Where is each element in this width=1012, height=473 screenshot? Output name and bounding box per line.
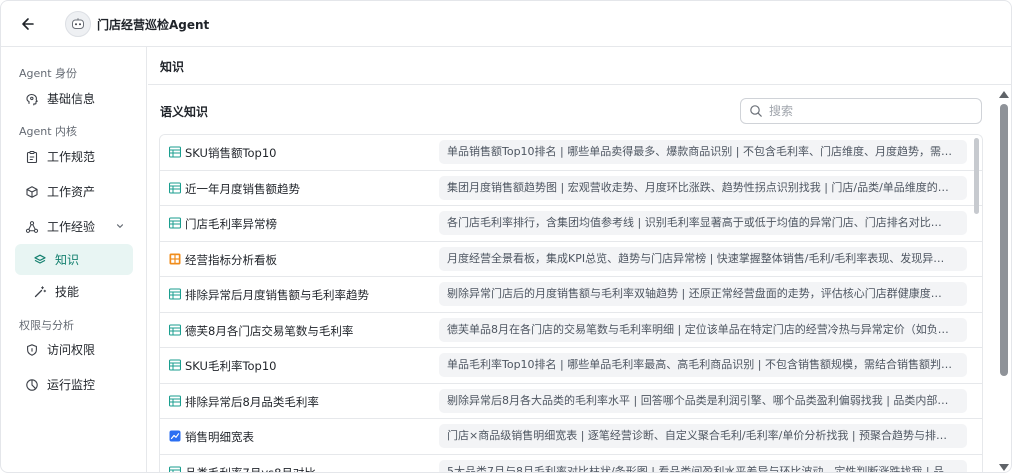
group-label-core: Agent 内核 [19,125,78,138]
knowledge-description: 单品毛利率Top10排名 | 哪些单品毛利率最高、高毛利商品识别 | 不包含销售… [439,353,967,377]
sidebar-item-work-experience[interactable]: 工作经验 [15,211,133,242]
knowledge-name: 近一年月度销售额趋势 [185,181,300,196]
table-icon [168,288,182,300]
knowledge-name: 经营指标分析看板 [185,252,277,267]
sidebar: Agent 身份 基础信息 Agent 内核 工作规范 工作资产 工作经验 知识… [1,47,147,472]
brain-icon [25,92,39,106]
sidebar-item-label: 基础信息 [47,92,96,106]
scroll-down-arrow[interactable] [999,464,1009,471]
table-icon [168,465,182,472]
page-scrollbar-thumb[interactable] [1000,104,1008,376]
table-row[interactable]: SKU毛利率Top10 单品毛利率Top10排名 | 哪些单品毛利率最高、高毛利商… [160,348,982,384]
sidebar-item-monitoring[interactable]: 运行监控 [15,369,133,400]
knowledge-name: SKU销售额Top10 [185,146,277,160]
search-box[interactable] [740,98,982,124]
sidebar-item-label: 工作经验 [47,220,96,234]
table-icon [168,394,182,407]
monitor-icon [25,378,39,392]
clipboard-icon [25,150,39,164]
group-label-identity: Agent 身份 [19,67,78,80]
top-header: 门店经营巡检Agent [1,1,1011,47]
cube-icon [25,185,39,199]
table-row[interactable]: 近一年月度销售额趋势 集团月度销售额趋势图 | 宏观营收走势、月度环比涨跌、趋势性… [160,170,982,206]
sidebar-item-label: 工作资产 [47,185,96,199]
agent-avatar [65,11,91,37]
wand-icon [33,285,47,299]
knowledge-description: 剔除异常门店后的月度销售额与毛利率双轴趋势 | 还原正常经营盘面的走势，评估核心… [439,282,967,306]
app-window: 门店经营巡检Agent Agent 身份 基础信息 Agent 内核 工作规范 … [0,0,1012,473]
knowledge-name: 排除异常后月度销售额与毛利率趋势 [185,288,369,302]
main-header: 知识 [148,47,1011,85]
table-row[interactable]: 门店毛利率异常榜 各门店毛利率排行，含集团均值参考线 | 识别毛利率显著高于或低于… [160,206,982,242]
sidebar-item-label: 工作规范 [47,150,96,164]
knowledge-name: SKU毛利率Top10 [185,359,277,373]
sidebar-item-label: 技能 [55,285,80,299]
sidebar-item-label: 运行监控 [47,378,96,392]
scroll-up-arrow[interactable] [999,91,1009,98]
table-row[interactable]: 排除异常后月度销售额与毛利率趋势 剔除异常门店后的月度销售额与毛利率双轴趋势 | … [160,277,982,313]
knowledge-description: 德芙单品8月在各门店的交易笔数与毛利率明细 | 定位该单品在特定门店的经营冷热与… [439,317,967,342]
knowledge-name: 门店毛利率异常榜 [185,217,277,231]
list-scrollbar-thumb[interactable] [974,138,979,214]
arrow-left-icon [22,18,34,30]
sidebar-item-skills[interactable]: 技能 [15,276,133,307]
knowledge-description: 门店×商品级销售明细宽表 | 逐笔经营诊断、自定义聚合毛利/毛利率/单价分析找我… [439,424,967,448]
robot-avatar-icon [72,18,84,29]
knowledge-name: 品类毛利率7月vs8月对比 [185,465,316,473]
sidebar-item-label: 知识 [55,253,80,267]
table-row[interactable]: 德芙8月各门店交易笔数与毛利率 德芙单品8月在各门店的交易笔数与毛利率明细 | 定… [160,312,982,348]
agent-title: 门店经营巡检Agent [97,18,210,32]
knowledge-description: 单品销售额Top10排名 | 哪些单品卖得最多、爆款商品识别 | 不包含毛利率、… [439,140,967,164]
table-row[interactable]: 经营指标分析看板 月度经营全景看板，集成KPI总览、趋势与门店异常榜 | 快速掌握… [160,241,982,277]
sidebar-item-work-assets[interactable]: 工作资产 [15,176,133,207]
sidebar-item-label: 访问权限 [47,343,96,357]
dashboard-icon [169,253,181,265]
table-icon [168,217,182,229]
section-title: 语义知识 [160,105,209,119]
layers-icon [33,253,47,267]
sidebar-item-work-rules[interactable]: 工作规范 [15,141,133,172]
network-icon [25,220,39,234]
sidebar-item-basic-info[interactable]: 基础信息 [15,83,133,114]
search-input[interactable] [769,104,969,118]
table-row[interactable]: 品类毛利率7月vs8月对比 5大品类7月与8月毛利率对比柱状/条形图 | 看品类间… [160,454,982,473]
search-icon [750,105,762,117]
sidebar-item-access[interactable]: 访问权限 [15,334,133,365]
table-row[interactable]: SKU销售额Top10 单品销售额Top10排名 | 哪些单品卖得最多、爆款商品识… [160,135,982,171]
chart-icon [169,430,181,442]
shield-icon [25,343,39,357]
knowledge-list: SKU销售额Top10 单品销售额Top10排名 | 哪些单品卖得最多、爆款商品识… [159,134,983,473]
group-label-permissions: 权限与分析 [19,319,74,332]
knowledge-name: 排除异常后8月品类毛利率 [185,394,319,409]
knowledge-description: 集团月度销售额趋势图 | 宏观营收走势、月度环比涨跌、趋势性拐点识别找我 | 门… [439,175,967,200]
page-title: 知识 [160,60,185,74]
knowledge-description: 5大品类7月与8月毛利率对比柱状/条形图 | 看品类间盈利水平差异与环比波动，定… [439,459,967,472]
table-icon [168,146,182,158]
table-row[interactable]: 排除异常后8月品类毛利率 剔除异常后8月各大品类的毛利率水平 | 回答哪个品类是利… [160,383,982,419]
main-panel: 知识 语义知识 SKU销售额Top10 单品销售额Top10排名 | 哪些单品卖得… [148,47,1011,473]
table-icon [168,359,182,371]
table-icon [168,323,182,336]
knowledge-description: 月度经营全景看板，集成KPI总览、趋势与门店异常榜 | 快速掌握整体销售/毛利/… [439,246,967,271]
knowledge-description: 剔除异常后8月各大品类的毛利率水平 | 回答哪个品类是利润引擎、哪个品类盈利偏弱… [439,388,967,413]
knowledge-name: 销售明细宽表 [185,430,254,444]
knowledge-description: 各门店毛利率排行，含集团均值参考线 | 识别毛利率显著高于或低于均值的异常门店、… [439,211,967,235]
table-row[interactable]: 销售明细宽表 门店×商品级销售明细宽表 | 逐笔经营诊断、自定义聚合毛利/毛利率/… [160,419,982,455]
sidebar-item-knowledge[interactable]: 知识 [15,244,133,275]
table-icon [168,181,182,194]
chevron-down-icon [116,224,124,228]
knowledge-name: 德芙8月各门店交易笔数与毛利率 [185,323,354,338]
back-button[interactable] [17,13,39,35]
